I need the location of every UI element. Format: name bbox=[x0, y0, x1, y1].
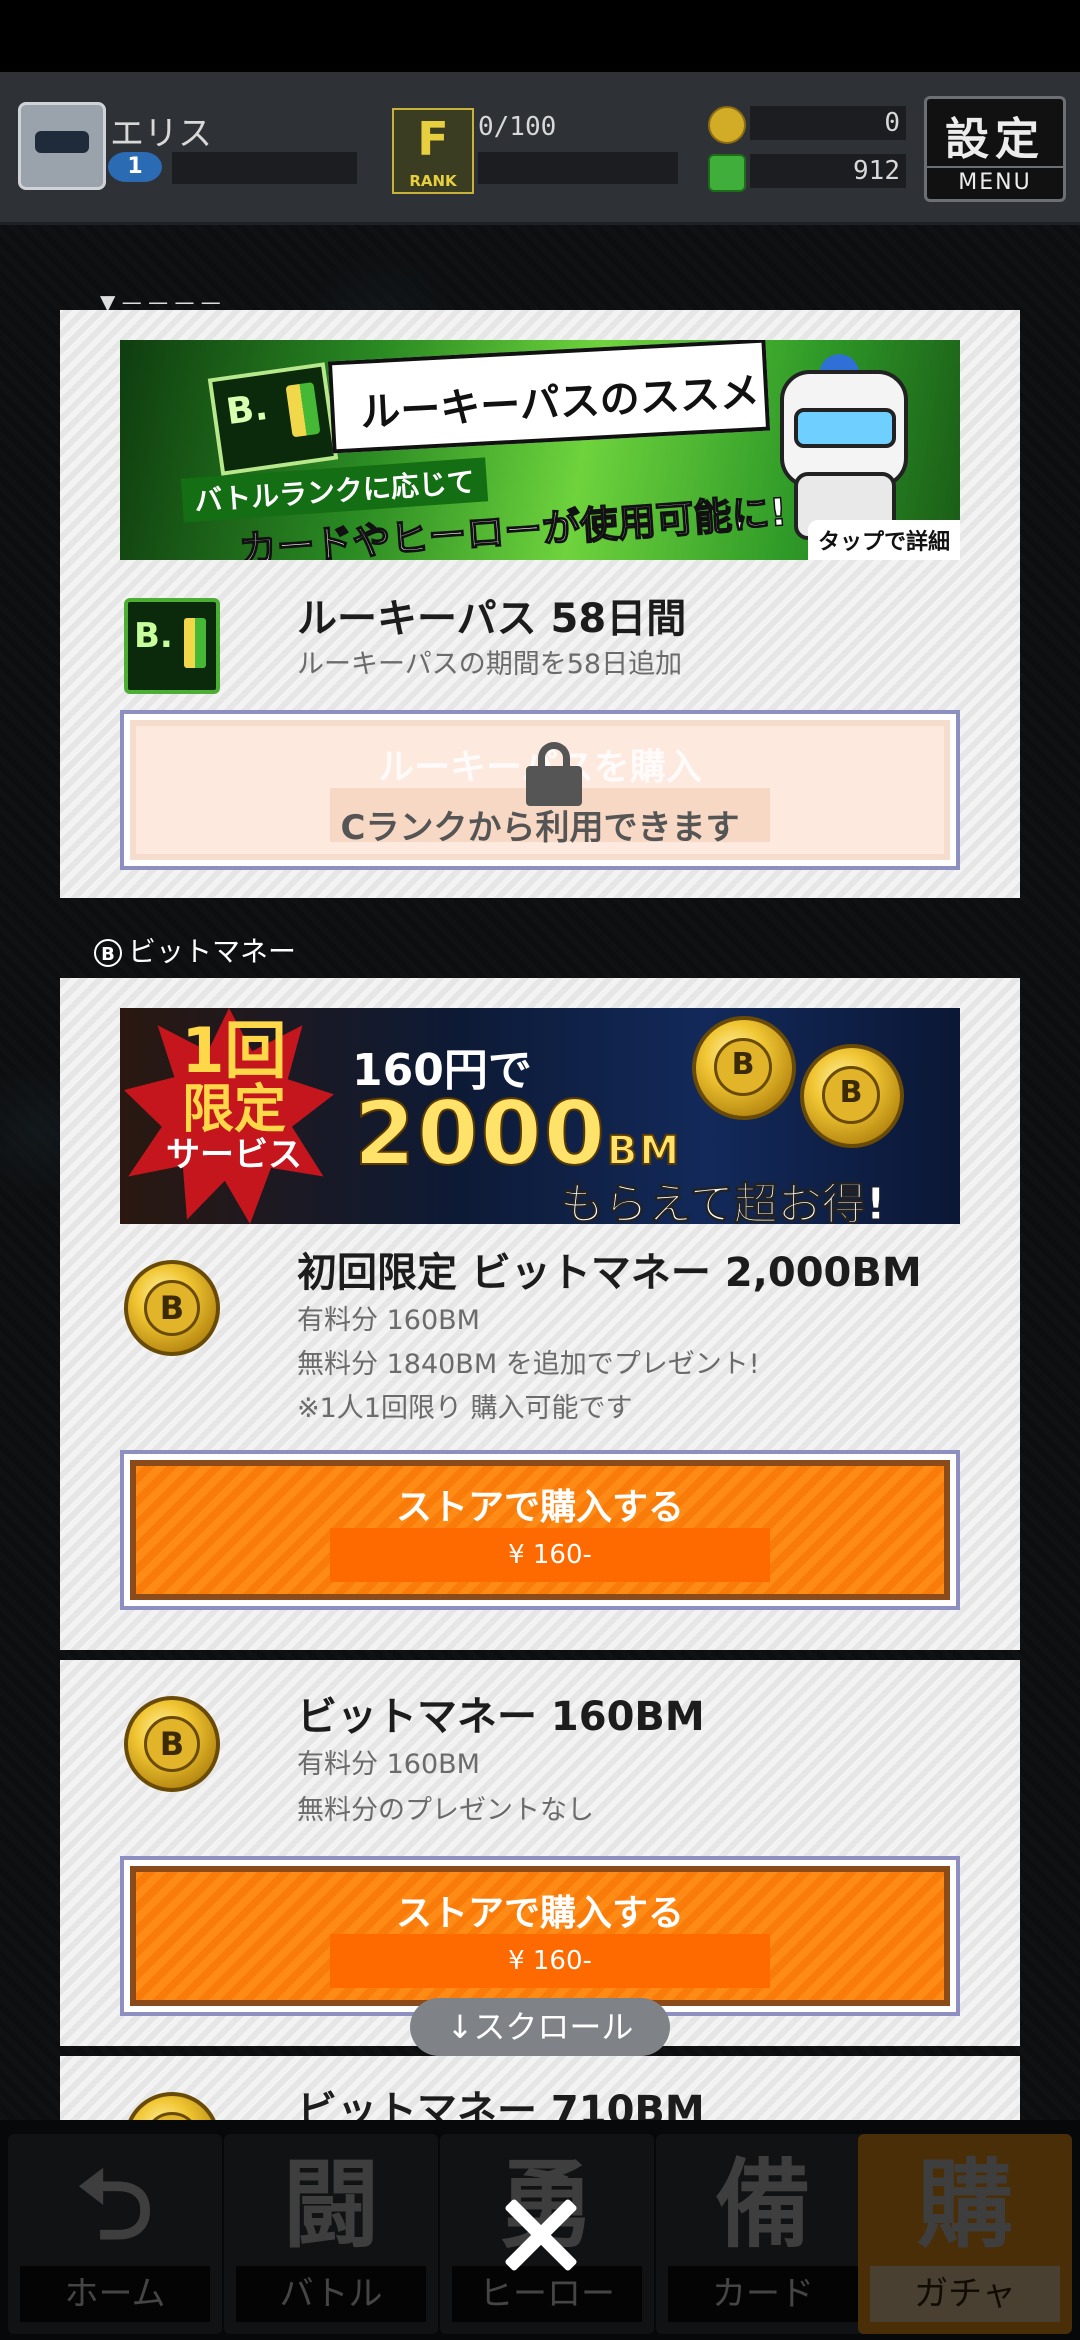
beginner-leaf-icon bbox=[285, 382, 321, 438]
bm-first-line3: ※1人1回限り 購入可能です bbox=[297, 1393, 633, 1424]
player-name: エリス bbox=[110, 114, 212, 154]
banner-cta: もらえて超お得! bbox=[560, 1179, 887, 1225]
player-exp-bar bbox=[172, 152, 357, 184]
bitmoney-section-icon: B bbox=[94, 939, 122, 967]
rookie-pass-icon-text: B. bbox=[134, 616, 173, 656]
bitmoney-coin-letter: B bbox=[144, 1280, 200, 1336]
bm-710-title: ビットマネー 710BM bbox=[297, 2088, 705, 2120]
rookie-pass-desc: ルーキーパスの期間を58日追加 bbox=[297, 649, 683, 680]
bitmoney-coin-letter: B bbox=[822, 1066, 880, 1124]
rank-progress: 0/100 bbox=[478, 112, 557, 142]
bitmoney-promo-banner[interactable]: 1回 限定 サービス 160円で 2000BM もらえて超お得! B B bbox=[120, 1008, 960, 1224]
bitmoney-710-card: B ビットマネー 710BM bbox=[60, 2056, 1020, 2120]
bm-first-buy-button[interactable]: ストアで購入する ¥ 160- bbox=[120, 1450, 960, 1610]
menu-label-big: 設定 bbox=[945, 114, 1045, 165]
rank-label: RANK bbox=[409, 172, 457, 190]
rookie-pass-lock-message: Cランクから利用できます bbox=[340, 808, 740, 848]
bitmoney-amount: 0 bbox=[750, 106, 906, 140]
green-currency-icon bbox=[708, 154, 746, 192]
star-line-2: 限定 bbox=[181, 1080, 286, 1141]
green-currency-amount: 912 bbox=[750, 154, 906, 188]
beginner-leaf-icon bbox=[184, 618, 206, 668]
scroll-hint: ↓スクロール bbox=[410, 1998, 670, 2056]
bm-160-line1: 有料分 160BM bbox=[297, 1749, 480, 1780]
shop-scroll-list[interactable]: ▼ — — — — B. ルーキーパスのススメ バトルランクに応じて カードやヒ… bbox=[0, 290, 1080, 2120]
bm-first-line2: 無料分 1840BM を追加でプレゼント! bbox=[297, 1349, 760, 1380]
section-label: ビットマネー bbox=[128, 935, 297, 968]
bm-first-price: ¥ 160- bbox=[330, 1528, 770, 1582]
rookie-pass-buy-button[interactable]: ルーキーパスを購入 Cランクから利用できます bbox=[120, 710, 960, 870]
bitmoney-coin-letter: B bbox=[714, 1038, 772, 1096]
bm-160-line2: 無料分のプレゼントなし bbox=[297, 1795, 594, 1826]
player-level-badge: 1 bbox=[108, 152, 162, 182]
bitmoney-coin-icon: B bbox=[692, 1016, 796, 1120]
rookie-pass-icon: B. bbox=[124, 598, 220, 694]
system-status-bar bbox=[0, 0, 1080, 72]
bitmoney-first-card: 1回 限定 サービス 160円で 2000BM もらえて超お得! B B B 初… bbox=[60, 978, 1020, 1650]
banner-tap-detail[interactable]: タップで詳細 bbox=[807, 520, 960, 560]
bitmoney-coin-icon: B bbox=[124, 2092, 220, 2120]
bitmoney-coin-icon: B bbox=[124, 1696, 220, 1792]
rank-icon: F RANK bbox=[392, 108, 474, 194]
bitmoney-coin-icon: B bbox=[800, 1044, 904, 1148]
bitmoney-icon bbox=[708, 106, 746, 144]
lock-icon bbox=[526, 742, 582, 806]
bm-first-title: 初回限定 ビットマネー 2,000BM bbox=[297, 1250, 922, 1296]
star-line-3: サービス bbox=[166, 1134, 302, 1175]
rookie-pass-title: ルーキーパス 58日間 bbox=[297, 596, 687, 642]
bitmoney-coin-icon: B bbox=[124, 1260, 220, 1356]
rookie-pass-card: B. ルーキーパスのススメ バトルランクに応じて カードやヒーローが使用可能に!… bbox=[60, 310, 1020, 898]
bitmoney-coin-letter: B bbox=[144, 1716, 200, 1772]
section-heading-bitmoney: B ビットマネー bbox=[94, 930, 296, 970]
bm-160-title: ビットマネー 160BM bbox=[297, 1694, 705, 1740]
rookie-pass-logo: B. bbox=[207, 362, 339, 476]
limited-star-text: 1回 限定 サービス bbox=[144, 1018, 324, 1173]
bm-160-buy-label: ストアで購入する bbox=[395, 1893, 684, 1934]
bm-160-buy-button[interactable]: ストアで購入する ¥ 160- bbox=[120, 1856, 960, 2016]
top-bar: エリス 1 F RANK 0/100 0 912 設定 MENU bbox=[0, 72, 1080, 225]
close-icon[interactable] bbox=[496, 2190, 586, 2280]
bm-160-price: ¥ 160- bbox=[330, 1934, 770, 1988]
mascot-character bbox=[750, 349, 930, 540]
bitmoney-160-card: B ビットマネー 160BM 有料分 160BM 無料分のプレゼントなし ストア… bbox=[60, 1660, 1020, 2046]
rank-progress-bar bbox=[478, 152, 678, 184]
bm-first-line1: 有料分 160BM bbox=[297, 1305, 480, 1336]
menu-label-small: MENU bbox=[927, 166, 1063, 195]
star-line-1: 1回 bbox=[181, 1014, 287, 1087]
bm-first-buy-label: ストアで購入する bbox=[395, 1487, 684, 1528]
bitmoney-coin-letter: B bbox=[144, 2112, 200, 2120]
settings-menu-button[interactable]: 設定 MENU bbox=[924, 96, 1066, 202]
rookie-pass-banner[interactable]: B. ルーキーパスのススメ バトルランクに応じて カードやヒーローが使用可能に!… bbox=[120, 340, 960, 560]
rookie-pass-logo-text: B. bbox=[223, 386, 271, 434]
rank-letter: F bbox=[417, 112, 449, 166]
player-avatar[interactable] bbox=[18, 102, 106, 190]
